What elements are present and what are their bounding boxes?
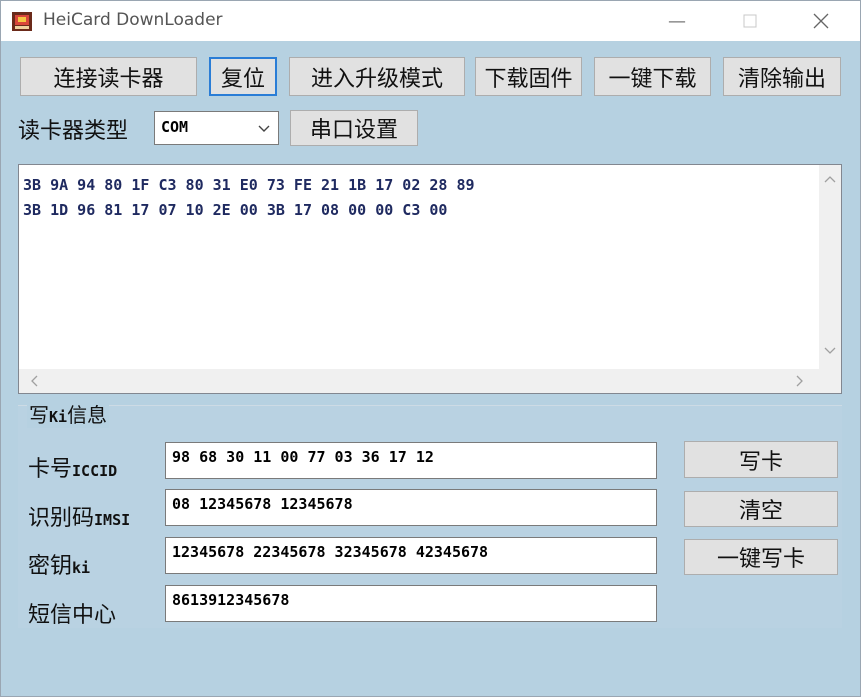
smsc-label: 短信中心: [28, 603, 117, 628]
output-textarea[interactable]: 3B 9A 94 80 1F C3 80 31 E0 73 FE 21 1B 1…: [18, 164, 842, 394]
ki-field[interactable]: 12345678 22345678 32345678 42345678: [165, 537, 657, 574]
reader-type-select[interactable]: COM: [154, 111, 279, 145]
scroll-left-icon[interactable]: [29, 375, 39, 390]
imsi-label: 识别码IMSI: [28, 506, 131, 531]
reset-button[interactable]: 复位: [209, 57, 277, 96]
minimize-icon[interactable]: —: [654, 1, 700, 41]
connect-reader-button[interactable]: 连接读卡器: [20, 57, 197, 96]
chevron-down-icon: [258, 118, 270, 142]
scroll-down-icon[interactable]: [824, 345, 836, 359]
ki-label: 密钥ki: [28, 554, 91, 579]
title-bar[interactable]: HeiCard DownLoader —: [1, 1, 860, 41]
scroll-up-icon[interactable]: [824, 173, 836, 187]
reader-type-value: COM: [161, 118, 189, 136]
close-icon[interactable]: [798, 1, 844, 41]
ki-group-title: 写Ki信息: [27, 399, 110, 428]
smsc-field[interactable]: 8613912345678: [165, 585, 657, 622]
app-window: HeiCard DownLoader — 连接读卡器 复位 进入升级模式 下载固…: [0, 0, 861, 697]
clear-button[interactable]: 清空: [684, 491, 838, 527]
reader-type-label: 读卡器类型: [18, 119, 129, 144]
output-line: 3B 1D 96 81 17 07 10 2E 00 3B 17 08 00 0…: [23, 201, 448, 219]
download-firmware-button[interactable]: 下载固件: [475, 57, 582, 96]
scroll-right-icon[interactable]: [795, 375, 805, 390]
maximize-icon[interactable]: [727, 1, 773, 41]
app-icon: [11, 10, 33, 32]
imsi-field[interactable]: 08 12345678 12345678: [165, 489, 657, 526]
clear-output-button[interactable]: 清除输出: [723, 57, 841, 96]
write-card-button[interactable]: 写卡: [684, 441, 838, 478]
window-title: HeiCard DownLoader: [43, 10, 223, 30]
vertical-scrollbar[interactable]: [819, 165, 841, 371]
iccid-label: 卡号ICCID: [28, 457, 118, 482]
one-click-write-button[interactable]: 一键写卡: [684, 539, 838, 575]
horizontal-scrollbar[interactable]: [19, 369, 841, 393]
one-click-download-button[interactable]: 一键下载: [594, 57, 711, 96]
serial-settings-button[interactable]: 串口设置: [290, 110, 418, 146]
upgrade-mode-button[interactable]: 进入升级模式: [289, 57, 465, 96]
output-line: 3B 9A 94 80 1F C3 80 31 E0 73 FE 21 1B 1…: [23, 176, 475, 194]
output-lines: 3B 9A 94 80 1F C3 80 31 E0 73 FE 21 1B 1…: [23, 173, 475, 223]
iccid-field[interactable]: 98 68 30 11 00 77 03 36 17 12: [165, 442, 657, 479]
